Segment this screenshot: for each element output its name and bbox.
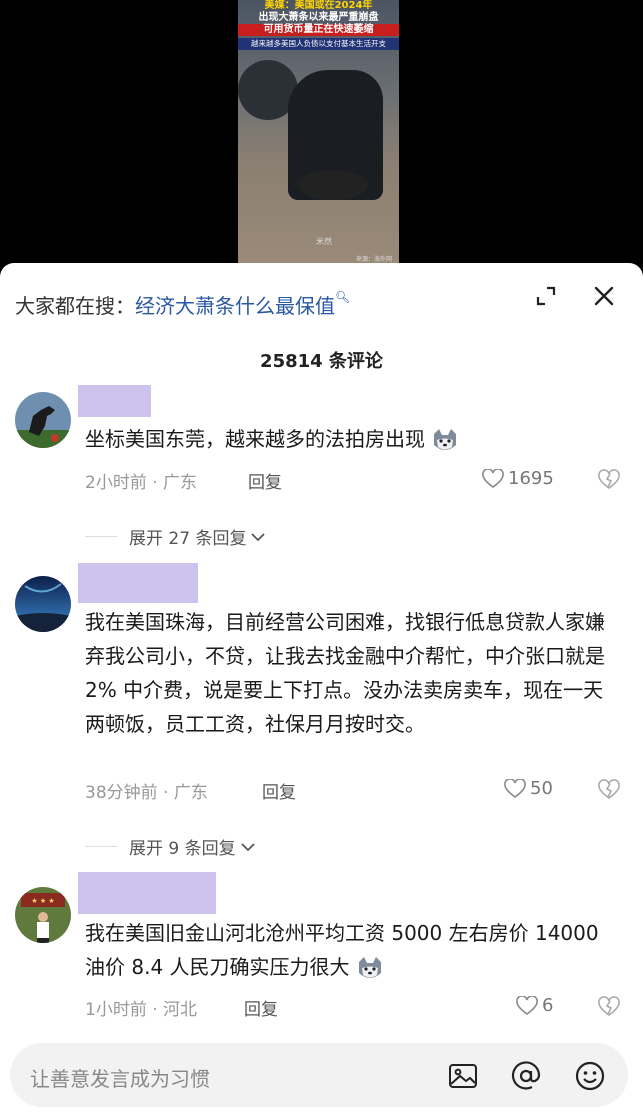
divider (85, 846, 117, 847)
dislike-icon[interactable] (598, 469, 620, 491)
like-count: 50 (530, 778, 553, 799)
expand-replies-label: 展开 9 条回复 (129, 839, 236, 859)
image-icon[interactable] (447, 1060, 479, 1092)
svg-text:★ ★ ★: ★ ★ ★ (31, 897, 54, 905)
comment-text: 坐标美国东莞，越来越多的法拍房出现 (85, 422, 620, 456)
like-count: 1695 (508, 468, 554, 489)
avatar[interactable] (15, 392, 71, 448)
video-frame[interactable]: 美媒：美国或在2024年 出现大萧条以来最严重崩盘 可用货币量正在快速萎缩 越来… (238, 0, 399, 265)
reply-button[interactable]: 回复 (244, 995, 278, 1020)
username-redacted[interactable] (78, 563, 198, 603)
video-caption-1: 美媒：美国或在2024年 (264, 0, 373, 11)
comment-count: 25814 条评论 (260, 351, 383, 372)
comment-input-placeholder: 让善意发言成为习惯 (30, 1067, 210, 1091)
like-button[interactable]: 6 (516, 995, 553, 1016)
avatar[interactable] (15, 576, 71, 632)
video-caption-2: 出现大萧条以来最严重崩盘 (258, 12, 379, 23)
comment-input[interactable]: 让善意发言成为习惯 (10, 1043, 628, 1107)
close-icon[interactable] (594, 286, 614, 306)
expand-icon[interactable] (536, 286, 556, 306)
video-watermark: 米然 (316, 237, 332, 246)
trending-search[interactable]: 大家都在搜：经济大萧条什么最保值🔍︎ (15, 290, 350, 319)
like-button[interactable]: 1695 (482, 468, 554, 489)
trending-search-keyword[interactable]: 经济大萧条什么最保值 (135, 294, 335, 318)
chevron-down-icon (240, 842, 255, 851)
heart-icon (482, 468, 504, 488)
username-redacted[interactable] (78, 872, 216, 914)
avatar[interactable]: ★ ★ ★ (15, 887, 71, 943)
at-icon[interactable] (510, 1060, 542, 1092)
search-icon: 🔍︎ (335, 290, 351, 304)
dislike-icon[interactable] (598, 996, 620, 1018)
dislike-icon[interactable] (598, 779, 620, 801)
video-source: 来源：海外网 (356, 256, 393, 263)
chevron-down-icon (251, 532, 266, 541)
video-caption-4: 越来越多美国人负债以支付基本生活开支 (238, 38, 399, 50)
video-scene (298, 170, 368, 200)
comment-text: 我在美国珠海，目前经营公司困难，找银行低息贷款人家嫌弃我公司小，不贷，让我去找金… (85, 610, 605, 736)
heart-icon (516, 995, 538, 1015)
comment-text: 我在美国旧金山河北沧州平均工资 5000 左右房价 14000 油价 8.4 人… (85, 916, 620, 984)
like-button[interactable]: 50 (504, 778, 553, 799)
reply-button[interactable]: 回复 (262, 778, 296, 803)
comment-meta: 2小时前 · 广东 (85, 473, 198, 493)
video-player[interactable]: 美媒：美国或在2024年 出现大萧条以来最严重崩盘 可用货币量正在快速萎缩 越来… (0, 0, 643, 265)
comment-sheet: 大家都在搜：经济大萧条什么最保值🔍︎ 25814 条评论 坐标美国东莞，越来越多… (0, 263, 643, 1113)
trending-search-prefix: 大家都在搜： (15, 294, 135, 318)
emoji-icon[interactable] (574, 1060, 606, 1092)
comment-meta: 38分钟前 · 广东 (85, 783, 208, 803)
comment-input-bar: 让善意发言成为习惯 (0, 1033, 643, 1113)
doge-emoji-icon (434, 428, 457, 450)
like-count: 6 (542, 995, 554, 1016)
username-redacted[interactable] (78, 385, 151, 417)
divider (85, 536, 117, 537)
heart-icon (504, 778, 526, 798)
video-caption-3: 可用货币量正在快速萎缩 (238, 24, 399, 36)
expand-replies-label: 展开 27 条回复 (129, 529, 247, 549)
comment-meta: 1小时前 · 河北 (85, 1000, 198, 1020)
expand-replies[interactable]: 展开 27 条回复 (85, 524, 266, 549)
expand-replies[interactable]: 展开 9 条回复 (85, 834, 256, 859)
reply-button[interactable]: 回复 (248, 468, 282, 493)
doge-emoji-icon (358, 956, 381, 978)
